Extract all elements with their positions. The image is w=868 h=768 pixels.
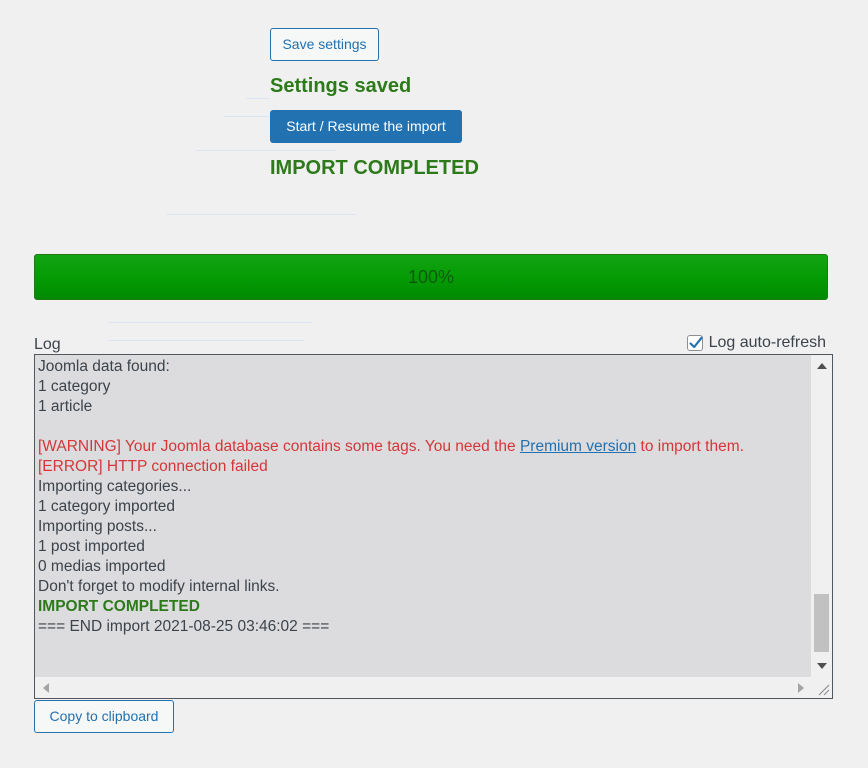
ghost-divider	[108, 322, 312, 323]
progress-label: 100%	[407, 267, 455, 287]
log-textarea[interactable]: Joomla data found: 1 category 1 article …	[34, 354, 833, 699]
log-line: Importing categories...	[38, 478, 192, 495]
log-line: 1 post imported	[38, 538, 145, 555]
log-vertical-scrollbar[interactable]	[811, 355, 832, 677]
scrollbar-thumb[interactable]	[814, 594, 829, 652]
log-autorefresh-toggle[interactable]: Log auto-refresh	[686, 334, 826, 352]
scroll-right-arrow-icon[interactable]	[792, 677, 810, 698]
settings-saved-message: Settings saved	[270, 75, 412, 97]
log-horizontal-scrollbar[interactable]	[35, 677, 812, 698]
log-warning-line: [WARNING] Your Joomla database contains …	[38, 437, 810, 457]
scroll-up-arrow-icon[interactable]	[811, 357, 832, 375]
ghost-divider	[196, 150, 336, 151]
warning-suffix: to import them.	[636, 438, 744, 455]
log-completed-line: IMPORT COMPLETED	[38, 598, 200, 615]
log-line: Don't forget to modify internal links.	[38, 578, 280, 595]
log-line: Importing posts...	[38, 518, 157, 535]
ghost-divider	[166, 214, 356, 215]
import-completed-message: IMPORT COMPLETED	[270, 157, 479, 179]
resize-grip-icon[interactable]	[811, 677, 832, 698]
scroll-down-arrow-icon[interactable]	[811, 657, 832, 675]
log-line: 1 category imported	[38, 498, 175, 515]
checkmark-icon	[688, 336, 703, 349]
scroll-left-arrow-icon[interactable]	[37, 677, 55, 698]
save-settings-button[interactable]: Save settings	[270, 28, 379, 61]
autorefresh-checkbox[interactable]	[686, 335, 703, 351]
premium-version-link[interactable]: Premium version	[520, 438, 636, 455]
log-end-line: === END import 2021-08-25 03:46:02 ===	[38, 618, 330, 635]
import-progress-bar: 100%	[34, 254, 828, 300]
log-label: Log	[34, 336, 61, 353]
start-import-button[interactable]: Start / Resume the import	[270, 110, 462, 143]
warning-text: [WARNING] Your Joomla database contains …	[38, 438, 520, 455]
copy-to-clipboard-button[interactable]: Copy to clipboard	[34, 700, 174, 733]
log-blank-line	[38, 417, 810, 437]
log-line: 0 medias imported	[38, 558, 166, 575]
log-content: Joomla data found: 1 category 1 article …	[38, 357, 810, 637]
ghost-divider	[246, 98, 270, 99]
log-line: 1 category	[38, 378, 111, 395]
log-error-line: [ERROR] HTTP connection failed	[38, 458, 268, 475]
autorefresh-label: Log auto-refresh	[708, 334, 826, 351]
ghost-divider	[108, 340, 304, 341]
log-line: 1 article	[38, 398, 93, 415]
ghost-divider	[224, 116, 270, 117]
log-line: Joomla data found:	[38, 358, 170, 375]
